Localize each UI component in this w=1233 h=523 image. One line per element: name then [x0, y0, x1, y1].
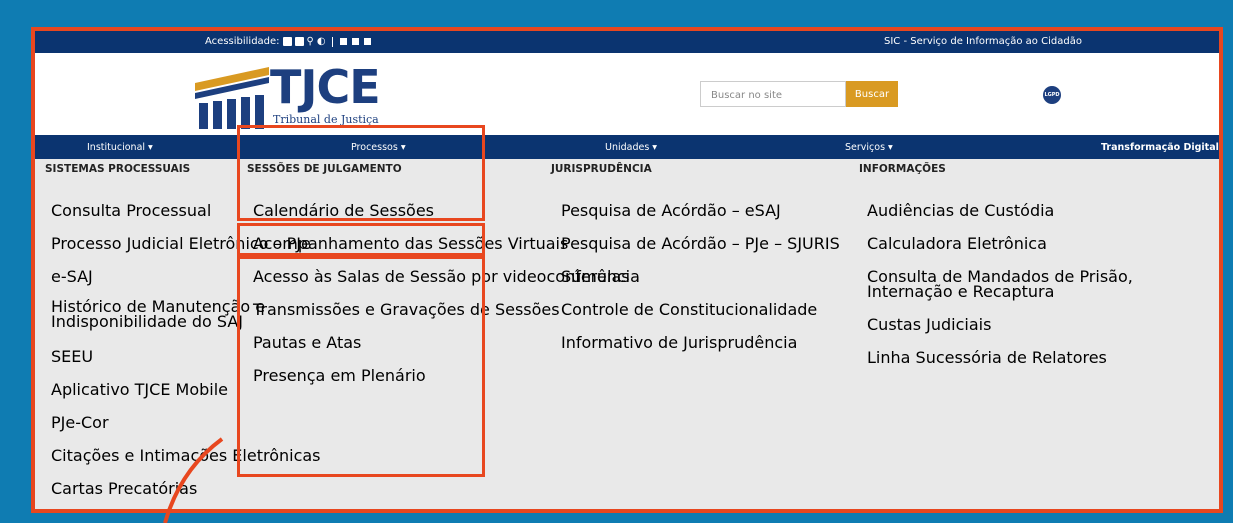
nav-institucional[interactable]: Institucional ▾: [87, 142, 153, 153]
site-header: TJCE Tribunal de Justiça Buscar LGPD: [35, 53, 1219, 135]
font-decrease-icon[interactable]: [338, 37, 348, 46]
menu-link[interactable]: Súmulas: [561, 267, 630, 286]
accessibility-bar: Acessibilidade: ⚲ ◐: [205, 36, 372, 47]
tjce-logo[interactable]: TJCE Tribunal de Justiça: [193, 61, 393, 131]
menu-link[interactable]: SEEU: [51, 347, 93, 366]
menu-link[interactable]: Indisponibilidade do SAJ: [51, 312, 243, 331]
menu-col-informacoes: INFORMAÇÕES: [859, 163, 946, 175]
contrast-icon[interactable]: ◐: [317, 36, 326, 47]
col-heading-jurisprudencia: JURISPRUDÊNCIA: [551, 163, 652, 175]
nav-transformacao-digital[interactable]: Transformação Digital: [1101, 142, 1219, 153]
nav-servicos[interactable]: Serviços ▾: [845, 142, 893, 153]
menu-link[interactable]: Informativo de Jurisprudência: [561, 333, 797, 352]
menu-link[interactable]: Internação e Recaptura: [867, 282, 1054, 301]
menu-link[interactable]: e-SAJ: [51, 267, 93, 286]
menu-link[interactable]: PJe-Cor: [51, 413, 109, 432]
menu-link[interactable]: Consulta Processual: [51, 201, 211, 220]
menu-link[interactable]: Audiências de Custódia: [867, 201, 1054, 220]
highlight-demais-sessoes: [237, 256, 485, 477]
menu-col-sistemas: SISTEMAS PROCESSUAIS: [45, 163, 190, 175]
highlight-sessoes-virtuais: [237, 223, 485, 256]
main-nav: Institucional ▾ Processos ▾ Unidades ▾ S…: [35, 135, 1219, 159]
lgpd-badge-icon[interactable]: LGPD: [1043, 86, 1061, 104]
font-increase-icon[interactable]: [362, 37, 372, 46]
accessibility-label: Acessibilidade:: [205, 36, 280, 47]
col-heading-informacoes: INFORMAÇÕES: [859, 163, 946, 175]
nav-unidades[interactable]: Unidades ▾: [605, 142, 657, 153]
menu-link[interactable]: Calculadora Eletrônica: [867, 234, 1047, 253]
magnifier-icon[interactable]: ⚲: [307, 36, 314, 47]
page-frame: Acessibilidade: ⚲ ◐ SIC - Serviço de Inf…: [31, 27, 1223, 513]
menu-link[interactable]: Pesquisa de Acórdão – PJe – SJURIS: [561, 234, 840, 253]
menu-col-jurisprudencia: JURISPRUDÊNCIA: [551, 163, 652, 175]
logo-wordmark: TJCE: [270, 60, 381, 114]
highlight-processos-calendario: [237, 125, 485, 221]
font-reset-icon[interactable]: [350, 37, 360, 46]
menu-link[interactable]: Custas Judiciais: [867, 315, 991, 334]
sic-link[interactable]: SIC - Serviço de Informação ao Cidadão: [884, 36, 1082, 47]
menu-link[interactable]: Linha Sucessória de Relatores: [867, 348, 1107, 367]
search-input[interactable]: [709, 83, 843, 107]
col-heading-sistemas: SISTEMAS PROCESSUAIS: [45, 163, 191, 175]
keyboard-icon[interactable]: [282, 37, 292, 46]
search-box: [700, 81, 846, 107]
search-button[interactable]: Buscar: [846, 81, 898, 107]
sign-language-icon[interactable]: [294, 37, 304, 46]
divider: [331, 36, 333, 47]
menu-link[interactable]: Cartas Precatórias: [51, 479, 197, 498]
menu-link[interactable]: Pesquisa de Acórdão – eSAJ: [561, 201, 781, 220]
top-bar: Acessibilidade: ⚲ ◐ SIC - Serviço de Inf…: [35, 31, 1219, 53]
menu-link[interactable]: Aplicativo TJCE Mobile: [51, 380, 228, 399]
columns-logo-icon: [195, 67, 269, 129]
menu-link[interactable]: Controle de Constitucionalidade: [561, 300, 817, 319]
